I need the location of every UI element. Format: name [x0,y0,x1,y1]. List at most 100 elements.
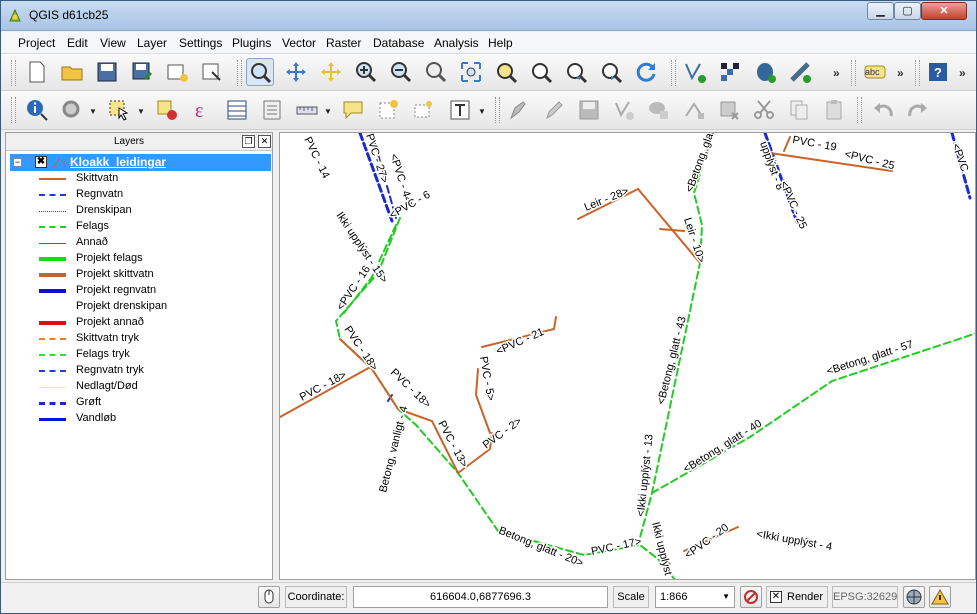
menu-project[interactable]: Project [18,36,55,50]
save-layer-edits-icon[interactable] [575,96,603,124]
crs-globe-button[interactable] [903,586,925,608]
toolbar-overflow-button[interactable]: » [833,66,840,80]
cut-features-icon[interactable] [750,96,778,124]
legend-label: Projekt skittvatn [76,268,154,280]
add-feature-icon[interactable] [610,96,638,124]
menu-settings[interactable]: Settings [179,36,222,50]
statistics-icon[interactable] [258,96,286,124]
map-canvas[interactable]: PVC - 27> PVC - 14 <PVC - 44> <PVC - 6 I… [279,132,976,580]
svg-text:ε: ε [195,100,203,122]
undo-icon[interactable] [869,96,897,124]
minimize-button[interactable]: ▁ [867,2,894,20]
toolbar-grip[interactable] [11,60,16,86]
pan-to-selection-icon[interactable] [282,58,310,86]
toolbar-grip[interactable] [495,97,500,123]
legend-symbol [39,307,66,308]
coordinate-field[interactable]: 616604.0,6877696.3 [353,586,608,608]
text-annotation-icon[interactable] [446,96,474,124]
deselect-features-icon[interactable] [153,96,181,124]
delete-selected-icon[interactable] [715,96,743,124]
menu-help[interactable]: Help [488,36,513,50]
current-edits-icon[interactable] [505,96,533,124]
map-label: PVC - 18> [298,369,349,404]
toolbar-grip[interactable] [851,60,856,86]
map-tips-icon[interactable] [339,96,367,124]
save-as-icon[interactable] [128,58,156,86]
messages-button[interactable] [929,586,951,608]
paste-features-icon[interactable] [820,96,848,124]
render-label: Render [787,591,824,603]
map-label: PVC - 18> [342,324,381,373]
menu-layer[interactable]: Layer [137,36,167,50]
new-print-composer-icon[interactable] [163,58,191,86]
maximize-button[interactable]: ▢ [894,2,921,20]
chevron-down-icon[interactable]: ▼ [137,107,145,116]
render-checkbox[interactable]: ✕ [770,591,782,603]
chevron-down-icon[interactable]: ▼ [722,587,730,607]
run-feature-action-icon[interactable] [58,96,86,124]
scale-combobox[interactable]: 1:866 ▼ [655,586,735,608]
toolbar-overflow-button[interactable]: » [959,66,966,80]
zoom-full-icon[interactable] [457,58,485,86]
new-vector-layer-icon[interactable] [681,58,709,86]
float-panel-button[interactable]: ❐ [242,135,255,148]
save-project-icon[interactable] [93,58,121,86]
toggle-extents-button[interactable] [258,586,280,608]
legend-item: Projekt drenskipan [6,299,266,315]
menu-database[interactable]: Database [373,36,424,50]
toggle-editing-icon[interactable] [540,96,568,124]
menu-raster[interactable]: Raster [326,36,361,50]
zoom-next-icon[interactable] [597,58,625,86]
menu-view[interactable]: View [100,36,126,50]
toolbar-overflow-button[interactable]: » [897,66,904,80]
toolbar-grip[interactable] [671,60,676,86]
collapse-toggle[interactable]: − [13,158,22,167]
redo-icon[interactable] [904,96,932,124]
layer-visibility-checkbox[interactable]: ✖ [35,156,47,168]
select-features-icon[interactable] [105,96,133,124]
move-feature-icon[interactable] [645,96,673,124]
open-project-icon[interactable] [58,58,86,86]
node-tool-icon[interactable] [680,96,708,124]
stop-render-button[interactable] [740,586,762,608]
new-project-icon[interactable] [23,58,51,86]
close-button[interactable]: ✕ [921,2,967,20]
chevron-down-icon[interactable]: ▼ [89,107,97,116]
chevron-down-icon[interactable]: ▼ [324,107,332,116]
chevron-down-icon[interactable]: ▼ [478,107,486,116]
zoom-to-layer-icon[interactable] [527,58,555,86]
layer-kloakk-leidingar[interactable]: − ✖ Kloakk_leidingar [10,154,271,171]
zoom-to-selection-icon[interactable] [492,58,520,86]
show-bookmarks-icon[interactable] [409,96,437,124]
toolbar-grip[interactable] [857,97,862,123]
refresh-icon[interactable] [632,58,660,86]
new-bookmark-icon[interactable] [374,96,402,124]
toolbar-grip[interactable] [237,60,242,86]
zoom-out-icon[interactable] [387,58,415,86]
zoom-last-icon[interactable] [562,58,590,86]
toolbar-grip[interactable] [915,60,920,86]
crs-status-button[interactable]: EPSG:32629 [832,586,898,608]
composer-manager-icon[interactable] [198,58,226,86]
menu-edit[interactable]: Edit [67,36,88,50]
measure-line-icon[interactable] [293,96,321,124]
identify-features-icon[interactable] [23,96,51,124]
field-calculator-icon[interactable]: ε [188,96,216,124]
map-drawing[interactable]: PVC - 27> PVC - 14 <PVC - 44> <PVC - 6 I… [280,133,976,580]
close-panel-button[interactable]: ✕ [258,135,271,148]
pan-to-selected-icon[interactable] [317,58,345,86]
zoom-in-icon[interactable] [352,58,380,86]
add-spatialite-layer-icon[interactable] [786,58,814,86]
menu-vector[interactable]: Vector [282,36,316,50]
toolbar-grip[interactable] [11,97,16,123]
attribute-table-icon[interactable] [223,96,251,124]
menu-analysis[interactable]: Analysis [434,36,479,50]
copy-features-icon[interactable] [785,96,813,124]
menu-plugins[interactable]: Plugins [232,36,271,50]
add-postgis-layer-icon[interactable] [751,58,779,86]
status-bar: Coordinate: 616604.0,6877696.3 Scale 1:8… [1,582,976,613]
pan-map-icon[interactable] [246,58,274,86]
render-toggle[interactable]: ✕ Render [766,586,828,608]
zoom-actual-size-icon[interactable] [422,58,450,86]
add-raster-layer-icon[interactable] [716,58,744,86]
